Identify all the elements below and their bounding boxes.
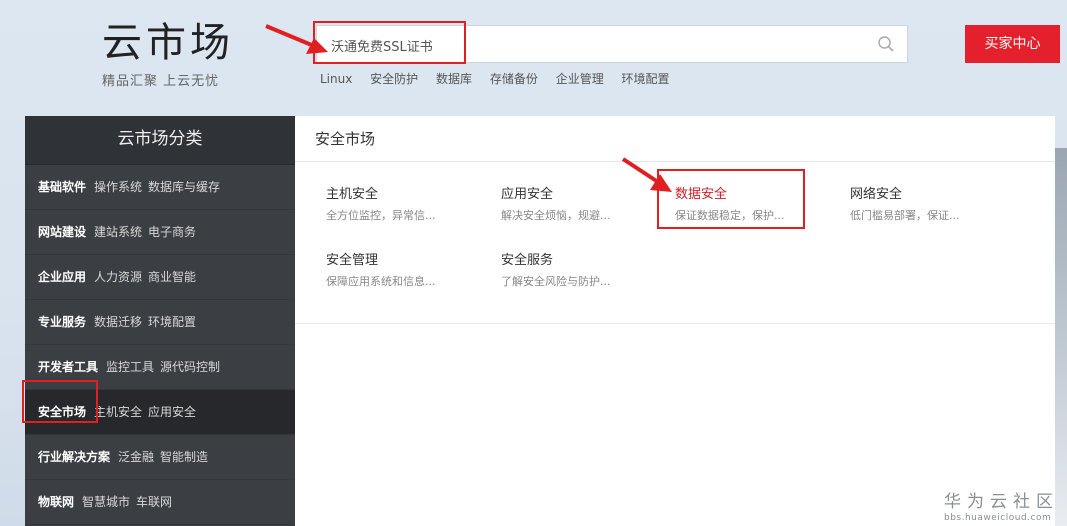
background-strip [1055, 148, 1067, 526]
logo-title: 云市场 [102, 20, 234, 66]
sidebar-item-website[interactable]: 网站建设 建站系统 电子商务 [25, 210, 295, 255]
subcategory-link[interactable]: 环境配置 [148, 315, 196, 329]
item-title: 数据安全 [675, 187, 728, 202]
hot-link[interactable]: Linux [320, 72, 352, 86]
hot-link[interactable]: 安全防护 [370, 72, 418, 86]
item-desc: 保证数据稳定，保护... [675, 209, 785, 222]
subcategory-link[interactable]: 建站系统 [94, 225, 142, 239]
product-network-security[interactable]: 网络安全 低门槛易部署，保证... [850, 186, 1010, 223]
item-title: 主机安全 [326, 187, 379, 202]
divider [295, 323, 1055, 324]
product-host-security[interactable]: 主机安全 全方位监控，异常信... [326, 186, 486, 223]
category-label: 网站建设 [38, 225, 87, 239]
sidebar-item-professional[interactable]: 专业服务 数据迁移 环境配置 [25, 300, 295, 345]
subcategory-link[interactable]: 应用安全 [148, 405, 196, 419]
sidebar-item-security-market[interactable]: 安全市场 主机安全 应用安全 [25, 390, 295, 435]
subcategory-link[interactable]: 商业智能 [148, 270, 196, 284]
search-bar [316, 25, 908, 63]
subcategory-link[interactable]: 智慧城市 [82, 495, 130, 509]
category-sidebar: 云市场分类 基础软件 操作系统 数据库与缓存 网站建设 建站系统 电子商务 企业应用 人力… [25, 116, 295, 526]
sidebar-item-iot[interactable]: 物联网 智慧城市 车联网 [25, 480, 295, 525]
watermark-url: bbs.huaweicloud.com [944, 513, 1052, 523]
sidebar-title: 云市场分类 [25, 116, 295, 165]
security-market-panel: 安全市场 主机安全 全方位监控，异常信... 应用安全 解决安全烦恼，规避...… [295, 116, 1055, 526]
item-desc: 全方位监控，异常信... [326, 209, 436, 222]
category-label: 开发者工具 [38, 360, 99, 374]
item-desc: 保障应用系统和信息... [326, 275, 436, 288]
search-input[interactable] [331, 35, 851, 55]
subcategory-link[interactable]: 源代码控制 [160, 360, 220, 374]
product-application-security[interactable]: 应用安全 解决安全烦恼，规避... [501, 186, 661, 223]
hot-link[interactable]: 存储备份 [490, 72, 538, 86]
search-icon[interactable] [877, 35, 895, 53]
sidebar-item-developer-tools[interactable]: 开发者工具 监控工具 源代码控制 [25, 345, 295, 390]
product-security-service[interactable]: 安全服务 了解安全风险与防护... [501, 252, 661, 289]
subcategory-link[interactable]: 数据库与缓存 [148, 180, 220, 194]
sidebar-item-basic-software[interactable]: 基础软件 操作系统 数据库与缓存 [25, 165, 295, 210]
category-label: 行业解决方案 [38, 450, 111, 464]
logo[interactable]: 云市场 精品汇聚 上云无忧 [102, 20, 234, 89]
subcategory-link[interactable]: 智能制造 [160, 450, 208, 464]
category-label: 企业应用 [38, 270, 87, 284]
category-label: 基础软件 [38, 180, 87, 194]
subcategory-link[interactable]: 监控工具 [106, 360, 154, 374]
subcategory-link[interactable]: 主机安全 [94, 405, 142, 419]
item-title: 安全服务 [501, 253, 554, 268]
item-title: 应用安全 [501, 187, 554, 202]
subcategory-link[interactable]: 数据迁移 [94, 315, 142, 329]
sidebar-item-enterprise[interactable]: 企业应用 人力资源 商业智能 [25, 255, 295, 300]
watermark-title: 华为云社区 [944, 492, 1059, 512]
hot-link[interactable]: 企业管理 [556, 72, 604, 86]
hot-links: Linux 安全防护 数据库 存储备份 企业管理 环境配置 [320, 70, 684, 87]
product-data-security[interactable]: 数据安全 保证数据稳定，保护... [675, 186, 835, 223]
logo-subtitle: 精品汇聚 上云无忧 [102, 74, 220, 89]
category-label: 专业服务 [38, 315, 87, 329]
panel-title: 安全市场 [295, 116, 1055, 162]
buyer-center-button[interactable]: 买家中心 [965, 25, 1060, 63]
item-title: 安全管理 [326, 253, 379, 268]
category-label: 安全市场 [38, 405, 87, 419]
subcategory-link[interactable]: 电子商务 [148, 225, 196, 239]
hot-link[interactable]: 数据库 [436, 72, 472, 86]
watermark: 华为云社区 bbs.huaweicloud.com [944, 487, 1059, 523]
subcategory-link[interactable]: 泛金融 [118, 450, 154, 464]
subcategory-link[interactable]: 人力资源 [94, 270, 142, 284]
product-security-management[interactable]: 安全管理 保障应用系统和信息... [326, 252, 486, 289]
subcategory-link[interactable]: 操作系统 [94, 180, 142, 194]
item-title: 网络安全 [850, 187, 903, 202]
item-desc: 了解安全风险与防护... [501, 275, 611, 288]
subcategory-link[interactable]: 车联网 [136, 495, 172, 509]
item-desc: 解决安全烦恼，规避... [501, 209, 611, 222]
hot-link[interactable]: 环境配置 [622, 72, 670, 86]
sidebar-item-industry-solutions[interactable]: 行业解决方案 泛金融 智能制造 [25, 435, 295, 480]
item-desc: 低门槛易部署，保证... [850, 209, 960, 222]
category-label: 物联网 [38, 495, 75, 509]
